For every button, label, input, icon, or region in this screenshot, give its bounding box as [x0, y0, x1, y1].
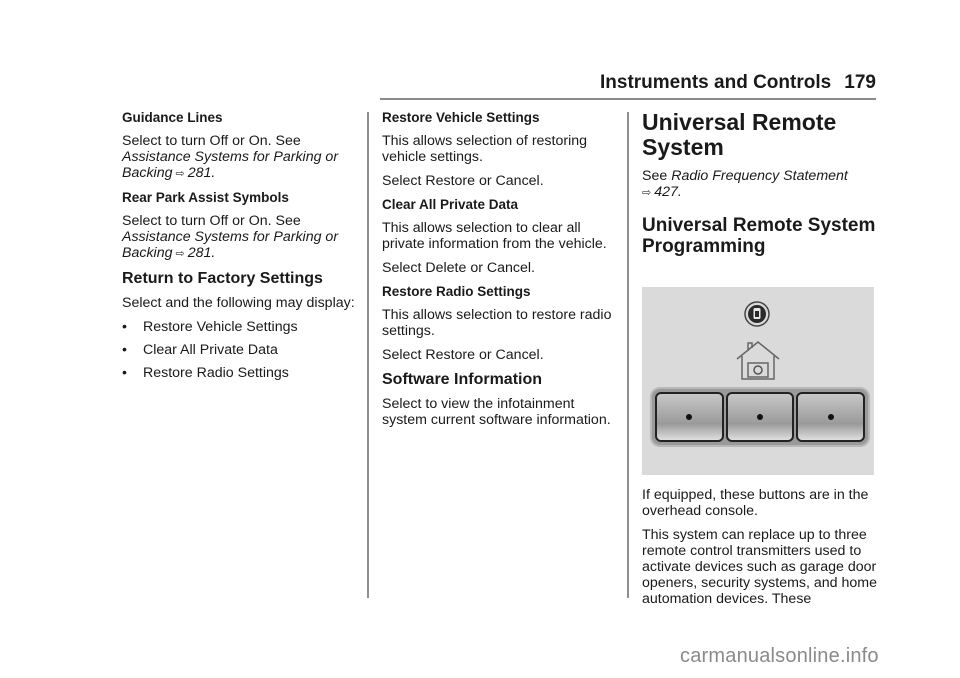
remote-button-strip	[652, 389, 868, 445]
remote-button-3[interactable]	[796, 392, 866, 442]
paragraph: Select to turn Off or On. See Assistance…	[122, 133, 358, 182]
column-2: Restore Vehicle Settings This allows sel…	[382, 110, 618, 436]
paragraph: This allows selection to restore radio s…	[382, 307, 612, 339]
cross-reference-link[interactable]: Assistance Systems for Parking or Backin…	[122, 149, 338, 181]
list-item: • Clear All Private Data	[122, 342, 358, 358]
body-text: Select to turn Off or On. See	[122, 133, 301, 149]
cross-reference-link[interactable]: Radio Frequency Statement	[671, 168, 848, 184]
header-divider	[380, 98, 876, 100]
heading-clear-private: Clear All Private Data	[382, 197, 519, 212]
indicator-dot-icon	[827, 414, 834, 420]
indicator-dot-icon	[757, 414, 763, 420]
cross-reference-link[interactable]: Assistance Systems for Parking or Backin…	[122, 229, 338, 261]
page-number: 179	[844, 72, 876, 93]
remote-button-1[interactable]	[655, 392, 724, 442]
heading-universal-remote: Universal Remote System	[642, 109, 837, 160]
paragraph: Select and the following may display:	[122, 295, 355, 311]
list-item: • Restore Vehicle Settings	[122, 319, 358, 335]
page-header: Instruments and Controls 179	[600, 72, 876, 100]
heading-remote-programming: Universal Remote System Programming	[642, 215, 876, 257]
arrow-right-icon: ⇨	[642, 187, 652, 199]
paragraph: Select Restore or Cancel.	[382, 173, 544, 189]
paragraph: Select Delete or Cancel.	[382, 260, 535, 276]
section-title: Instruments and Controls	[600, 72, 832, 93]
paragraph: This allows selection to clear all priva…	[382, 220, 607, 252]
overhead-console-figure	[642, 287, 874, 475]
arrow-right-icon: ⇨	[175, 248, 185, 260]
list-item-text: Restore Radio Settings	[143, 365, 289, 381]
bullet-icon: •	[122, 365, 127, 381]
paragraph: Select Restore or Cancel.	[382, 347, 544, 363]
list-item-text: Clear All Private Data	[143, 342, 278, 358]
list-item-text: Restore Vehicle Settings	[143, 319, 298, 335]
watermark: carmanualsonline.info	[680, 645, 879, 667]
heading-restore-vehicle: Restore Vehicle Settings	[382, 110, 540, 125]
heading-factory-settings: Return to Factory Settings	[122, 270, 323, 287]
paragraph: This allows selection of restoring vehic…	[382, 133, 588, 165]
bullet-icon: •	[122, 319, 127, 335]
column-3: Universal Remote System See Radio Freque…	[642, 110, 878, 615]
page-reference[interactable]: 281.	[188, 245, 216, 261]
page-reference[interactable]: 281.	[188, 165, 216, 181]
paragraph: If equipped, these buttons are in the ov…	[642, 487, 869, 519]
garage-home-icon	[736, 341, 780, 380]
factory-options-list: • Restore Vehicle Settings • Clear All Pri…	[122, 319, 358, 381]
list-item: • Restore Radio Settings	[122, 365, 358, 381]
lock-indicator-icon	[744, 301, 770, 327]
body-text: See	[642, 168, 668, 184]
arrow-right-icon: ⇨	[175, 168, 185, 180]
bullet-icon: •	[122, 342, 127, 358]
body-text: Select to turn Off or On. See	[122, 213, 301, 229]
paragraph: Select to turn Off or On. See Assistance…	[122, 213, 358, 262]
heading-software-info: Software Information	[382, 371, 543, 388]
column-1: Guidance Lines Select to turn Off or On.…	[122, 110, 358, 388]
indicator-dot-icon	[686, 414, 693, 420]
heading-restore-radio: Restore Radio Settings	[382, 284, 531, 299]
heading-rear-park-assist: Rear Park Assist Symbols	[122, 190, 289, 205]
page-reference[interactable]: 427.	[654, 184, 682, 200]
column-divider	[627, 112, 629, 598]
paragraph: This system can replace up to three remo…	[642, 527, 877, 607]
heading-guidance-lines: Guidance Lines	[122, 110, 223, 125]
paragraph: Select to view the infotainment system c…	[382, 396, 611, 428]
remote-button-2[interactable]	[725, 392, 795, 442]
column-divider	[367, 112, 369, 598]
paragraph: See Radio Frequency Statement ⇨ 427.	[642, 168, 878, 201]
